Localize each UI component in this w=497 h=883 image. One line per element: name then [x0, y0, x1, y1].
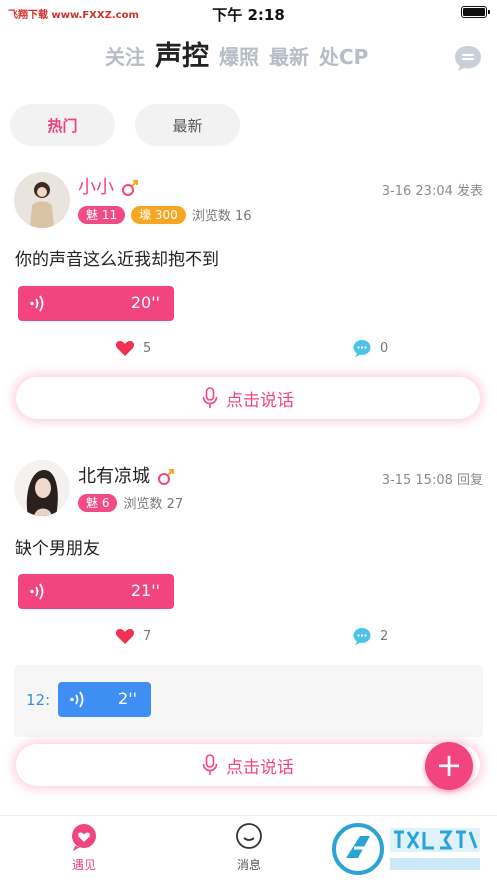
microphone-icon: [202, 754, 218, 775]
username[interactable]: 北有凉城: [78, 465, 176, 489]
add-post-button[interactable]: +: [425, 742, 473, 790]
username[interactable]: 小小: [78, 176, 140, 200]
avatar[interactable]: [14, 460, 70, 516]
comment-icon: [353, 628, 371, 645]
post-text: 你的声音这么近我却抱不到: [15, 250, 219, 270]
username-text: 北有凉城: [78, 466, 150, 487]
nav-messages[interactable]: 消息: [209, 822, 289, 873]
voice-duration: 21'': [130, 581, 160, 600]
tab-photos[interactable]: 爆照: [219, 38, 259, 76]
badge-row: 魅 11 壕 300 浏览数 16: [78, 205, 252, 224]
female-icon: [156, 467, 176, 487]
tap-to-talk-button[interactable]: 点击说话: [16, 744, 480, 786]
charm-badge: 魅 11: [78, 205, 126, 224]
female-icon: [120, 178, 140, 198]
avatar[interactable]: [14, 172, 70, 228]
voice-duration: 20'': [130, 293, 160, 312]
username-text: 小小: [78, 177, 114, 198]
charm-badge: 魅 6: [78, 493, 118, 512]
heart-icon: [115, 340, 135, 356]
post-meta: 3-16 23:04 发表: [381, 184, 483, 199]
sound-wave-icon: [30, 583, 44, 600]
sound-wave-icon: [30, 295, 44, 312]
microphone-icon: [202, 387, 218, 408]
comment-list: 12: 2'': [14, 665, 483, 737]
post-meta: 3-15 15:08 回复: [381, 473, 483, 488]
filter-latest-button[interactable]: 最新: [135, 104, 240, 146]
heart-chat-icon: [72, 824, 96, 851]
smile-chat-icon: [236, 823, 262, 849]
nav-meet-label: 遇见: [71, 858, 96, 872]
chat-bubble-icon[interactable]: [453, 44, 483, 72]
voice-duration: 2'': [118, 689, 137, 708]
like-button[interactable]: 7: [115, 626, 151, 646]
comment-icon: [353, 340, 371, 357]
battery-icon: [461, 6, 490, 18]
comment-author-label[interactable]: 12:: [26, 691, 50, 709]
nav-messages-label: 消息: [236, 858, 261, 872]
nav-meet[interactable]: 遇见: [44, 822, 124, 873]
like-count: 7: [143, 628, 152, 644]
tab-voice[interactable]: 声控: [155, 38, 209, 76]
comment-button[interactable]: 2: [352, 626, 388, 646]
view-count: 浏览数 16: [191, 209, 252, 224]
badge-row: 魅 6 浏览数 27: [78, 493, 183, 512]
like-count: 5: [143, 340, 152, 356]
tap-to-talk-label: 点击说话: [226, 390, 294, 411]
voice-message-button[interactable]: 21'': [18, 574, 174, 609]
tab-latest[interactable]: 最新: [269, 38, 309, 76]
tap-to-talk-label: 点击说话: [226, 757, 294, 778]
heart-icon: [115, 628, 135, 644]
tap-to-talk-button[interactable]: 点击说话: [16, 377, 480, 419]
sound-wave-icon: [70, 691, 84, 708]
filter-row: 热门 最新: [10, 104, 240, 146]
tab-follow[interactable]: 关注: [105, 38, 145, 76]
comment-count: 0: [380, 340, 389, 356]
like-button[interactable]: 5: [115, 338, 151, 358]
view-count: 浏览数 27: [123, 497, 184, 512]
post-text: 缺个男朋友: [15, 539, 100, 559]
top-tabs: 关注 声控 爆照 最新 处CP: [105, 38, 368, 76]
tab-cp[interactable]: 处CP: [319, 38, 368, 76]
comment-voice-button[interactable]: 2'': [58, 682, 151, 717]
status-bar: 飞翔下载 www.FXXZ.com 下午 2:18: [0, 0, 497, 26]
wealth-badge: 壕 300: [131, 205, 186, 224]
watermark-logo: [330, 818, 490, 880]
comment-button[interactable]: 0: [352, 338, 388, 358]
filter-hot-button[interactable]: 热门: [10, 104, 115, 146]
comment-count: 2: [380, 628, 389, 644]
voice-message-button[interactable]: 20'': [18, 286, 174, 321]
status-time: 下午 2:18: [212, 6, 285, 24]
